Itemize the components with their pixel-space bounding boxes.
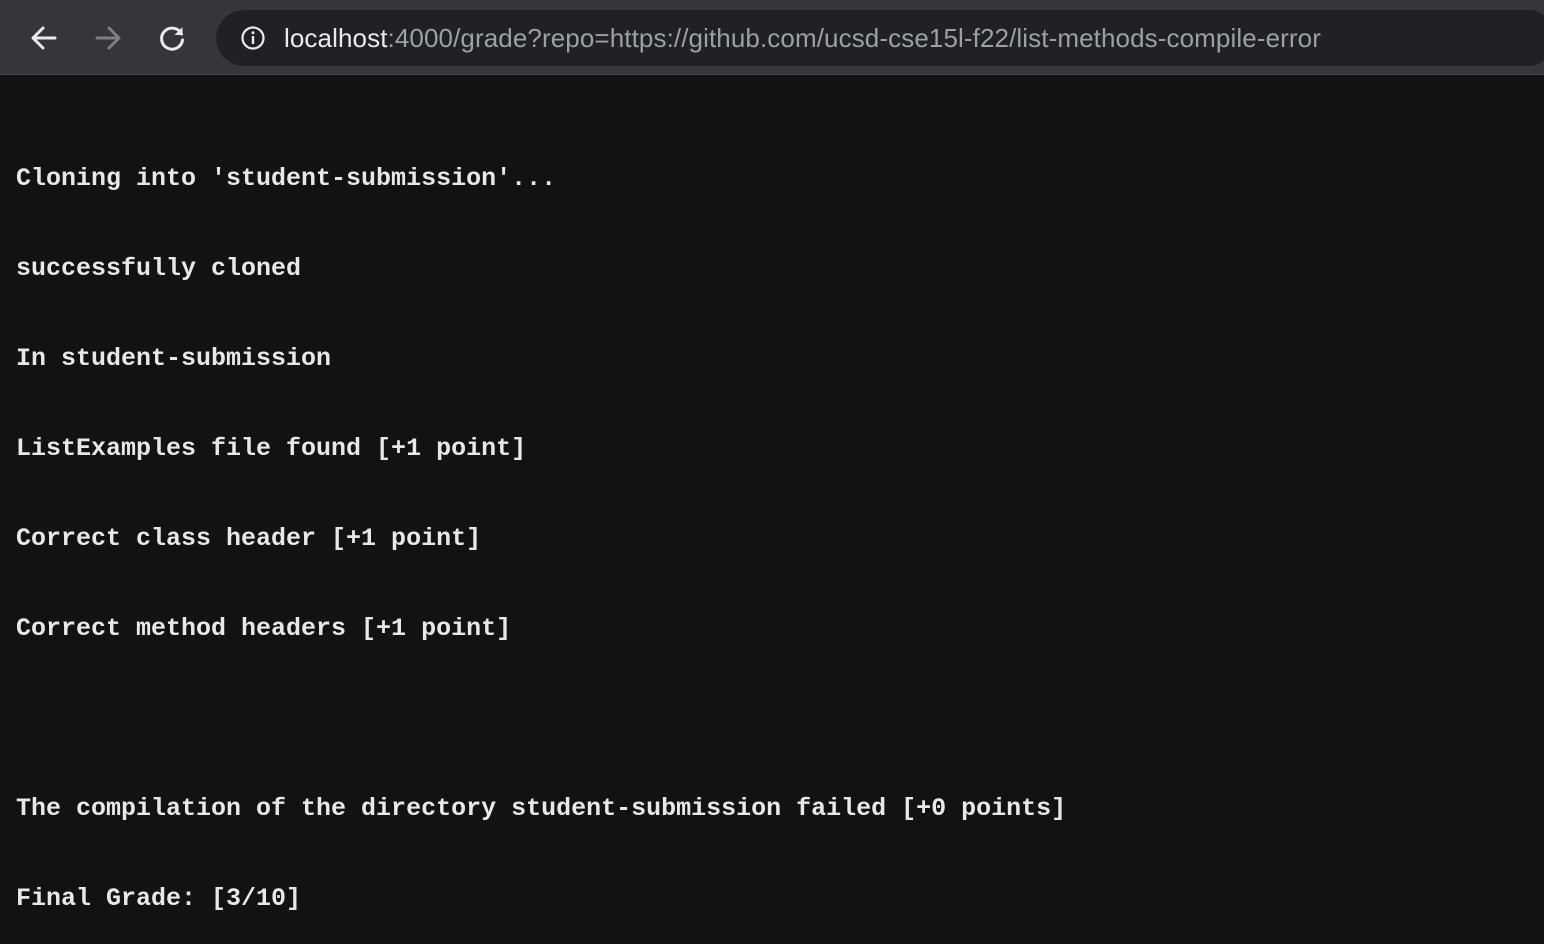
output-line: ListExamples file found [+1 point] [16, 434, 527, 463]
output-line-blank [16, 704, 1066, 734]
url-path: :4000/grade?repo=https://github.com/ucsd… [387, 23, 1321, 53]
output-line: Correct class header [+1 point] [16, 524, 482, 553]
output-line: Cloning into 'student-submission'... [16, 164, 557, 193]
arrow-left-icon [31, 26, 57, 50]
browser-toolbar: localhost:4000/grade?repo=https://github… [0, 0, 1544, 75]
address-bar[interactable]: localhost:4000/grade?repo=https://github… [216, 10, 1544, 66]
info-icon[interactable] [240, 25, 266, 51]
page-output: Cloning into 'student-submission'... suc… [16, 104, 1066, 944]
output-line: The compilation of the directory student… [16, 794, 1067, 823]
output-line: Correct method headers [+1 point] [16, 614, 512, 643]
back-button[interactable] [24, 18, 64, 58]
reload-icon [160, 26, 184, 51]
reload-button[interactable] [152, 18, 192, 58]
forward-button[interactable] [88, 18, 128, 58]
final-grade-line: Final Grade: [3/10] [16, 884, 302, 913]
output-line: In student-submission [16, 344, 332, 373]
arrow-right-icon [95, 26, 121, 50]
url-host: localhost [284, 23, 388, 53]
output-line: successfully cloned [16, 254, 302, 283]
url-text[interactable]: localhost:4000/grade?repo=https://github… [284, 10, 1321, 66]
